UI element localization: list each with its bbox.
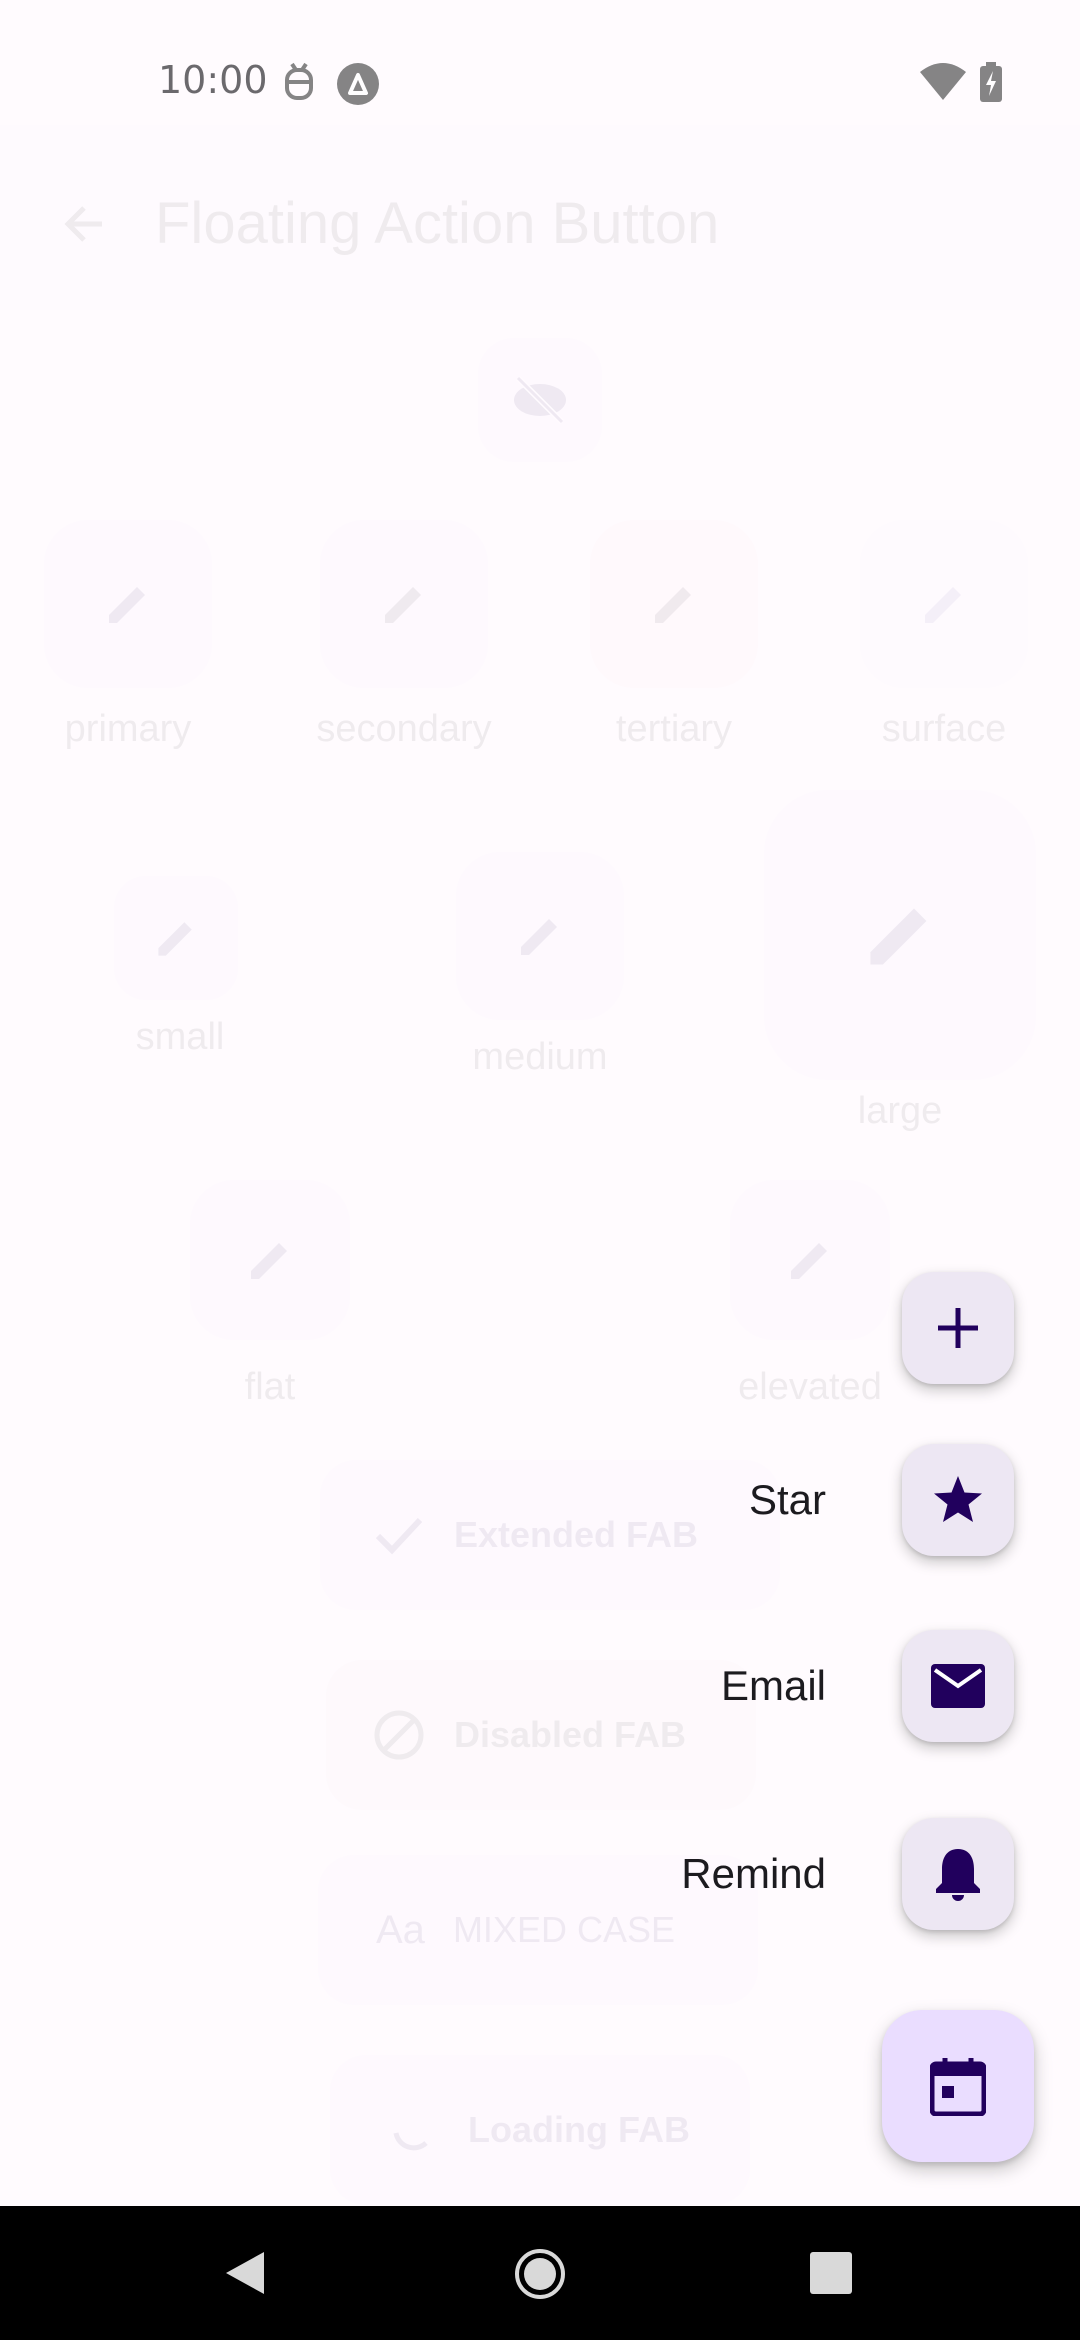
email-button[interactable] bbox=[902, 1630, 1014, 1742]
speed-dial-label-star[interactable]: Star bbox=[526, 1476, 826, 1524]
mail-icon bbox=[931, 1664, 985, 1708]
calendar-icon bbox=[930, 2058, 986, 2116]
plus-icon bbox=[938, 1308, 978, 1348]
remind-button[interactable] bbox=[902, 1818, 1014, 1930]
star-icon bbox=[934, 1476, 982, 1522]
recents-nav-icon[interactable] bbox=[810, 2252, 852, 2294]
speed-dial-label-email[interactable]: Email bbox=[526, 1662, 826, 1710]
calendar-fab[interactable] bbox=[882, 2010, 1034, 2162]
back-nav-icon[interactable] bbox=[222, 2250, 268, 2296]
plus-toggle-button[interactable] bbox=[902, 1272, 1014, 1384]
home-nav-icon[interactable] bbox=[514, 2248, 566, 2300]
speed-dial-label-remind[interactable]: Remind bbox=[526, 1850, 826, 1898]
star-button[interactable] bbox=[902, 1444, 1014, 1556]
bell-icon bbox=[936, 1849, 980, 1901]
